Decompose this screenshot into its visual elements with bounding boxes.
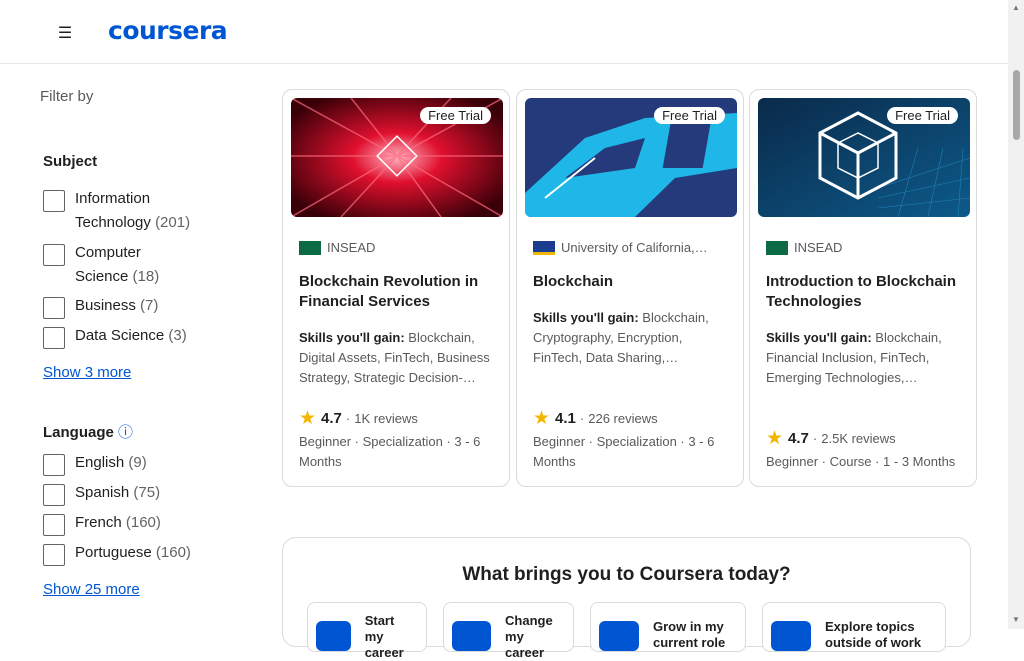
star-icon: ★ bbox=[766, 428, 784, 449]
partner-row: INSEAD bbox=[299, 240, 375, 255]
filter-label: Portuguese (160) bbox=[75, 544, 191, 561]
goal-label: Explore topics outside of work bbox=[825, 619, 922, 650]
goal-label: Grow in my current role bbox=[653, 619, 726, 650]
coursera-logo[interactable]: coursera bbox=[108, 14, 228, 48]
subject-filter-title: Subject bbox=[43, 153, 98, 170]
goal-icon bbox=[452, 621, 492, 651]
course-title[interactable]: Introduction to Blockchain Technologies bbox=[766, 272, 962, 312]
filter-label: Business (7) bbox=[75, 297, 159, 314]
course-skills: Skills you'll gain: Blockchain, Cryptogr… bbox=[533, 310, 709, 365]
course-title[interactable]: Blockchain Revolution in Financial Servi… bbox=[299, 272, 495, 312]
partner-row: INSEAD bbox=[766, 240, 842, 255]
goal-icon bbox=[771, 621, 811, 651]
filter-count: (3) bbox=[168, 327, 187, 344]
course-meta: Beginner · Course · 1 - 3 Months bbox=[766, 454, 956, 469]
course-title[interactable]: Blockchain bbox=[533, 272, 729, 292]
course-skills: Skills you'll gain: Blockchain, Digital … bbox=[299, 330, 490, 385]
scroll-down-arrow-icon[interactable]: ▼ bbox=[1012, 615, 1020, 624]
partner-name: University of California,… bbox=[561, 240, 708, 255]
filter-count: (18) bbox=[132, 268, 160, 285]
hamburger-menu-icon: ☰ bbox=[57, 25, 73, 42]
course-skills: Skills you'll gain: Blockchain, Financia… bbox=[766, 330, 942, 385]
partner-row: University of California,… bbox=[533, 240, 708, 255]
language-show-more-link[interactable]: Show 25 more bbox=[43, 581, 140, 598]
filter-by-heading: Filter by bbox=[40, 88, 94, 105]
star-icon: ★ bbox=[533, 408, 551, 429]
filter-label: Data Science (3) bbox=[75, 327, 187, 344]
checkbox[interactable] bbox=[43, 484, 65, 506]
course-card-blockchain[interactable]: Free Trial University of California,… Bl… bbox=[516, 89, 744, 487]
course-rating: ★ 4.1 · 226 reviews bbox=[533, 408, 658, 429]
partner-name: INSEAD bbox=[794, 240, 843, 255]
goal-label: Change my career bbox=[505, 613, 553, 660]
star-icon: ★ bbox=[299, 408, 317, 429]
goal-label: Start my career bbox=[364, 613, 404, 660]
language-filter-portuguese[interactable]: Portuguese (160) bbox=[43, 541, 191, 566]
subject-show-more-link[interactable]: Show 3 more bbox=[43, 364, 131, 381]
course-card-blockchain-revolution[interactable]: Free Trial INSEAD Blockchain Revolution … bbox=[282, 89, 510, 487]
filter-count: (160) bbox=[125, 514, 161, 531]
insead-logo-icon bbox=[299, 240, 321, 255]
course-meta: Beginner · Specialization · 3 - 6 Months bbox=[533, 434, 715, 469]
info-icon[interactable]: ⓘ bbox=[118, 424, 133, 441]
checkbox[interactable] bbox=[43, 297, 65, 319]
course-rating: ★ 4.7 · 1K reviews bbox=[299, 408, 418, 429]
free-trial-badge: Free Trial bbox=[887, 107, 958, 124]
filter-label: Information Technology (201) bbox=[75, 190, 191, 231]
goal-grow-role-button[interactable]: Grow in my current role bbox=[590, 602, 746, 652]
course-meta: Beginner · Specialization · 3 - 6 Months bbox=[299, 434, 481, 469]
goals-title: What brings you to Coursera today? bbox=[462, 564, 791, 585]
uci-logo-icon bbox=[533, 240, 555, 255]
checkbox[interactable] bbox=[43, 244, 65, 266]
subject-filter-information-technology[interactable]: Information Technology (201) bbox=[43, 187, 190, 235]
language-filter-english[interactable]: English (9) bbox=[43, 451, 147, 476]
partner-name: INSEAD bbox=[327, 240, 376, 255]
language-filter-french[interactable]: French (160) bbox=[43, 511, 161, 536]
top-header: ☰ coursera bbox=[0, 0, 1008, 64]
hamburger-menu-button[interactable]: ☰ bbox=[48, 16, 82, 50]
language-filter-spanish[interactable]: Spanish (75) bbox=[43, 481, 160, 506]
filter-count: (160) bbox=[155, 544, 191, 561]
checkbox[interactable] bbox=[43, 544, 65, 566]
goal-change-career-button[interactable]: Change my career bbox=[443, 602, 574, 660]
subject-filter-computer-science[interactable]: Computer Science (18) bbox=[43, 241, 159, 289]
free-trial-badge: Free Trial bbox=[420, 107, 491, 124]
course-rating: ★ 4.7 · 2.5K reviews bbox=[766, 428, 896, 449]
filter-count: (201) bbox=[155, 214, 191, 231]
goal-start-career-button[interactable]: Start my career bbox=[307, 602, 427, 660]
filter-label: French (160) bbox=[75, 514, 161, 531]
checkbox[interactable] bbox=[43, 327, 65, 349]
goals-panel: What brings you to Coursera today? Start… bbox=[282, 537, 971, 660]
subject-filter-business[interactable]: Business (7) bbox=[43, 294, 158, 319]
filter-label: English (9) bbox=[75, 454, 147, 471]
free-trial-badge: Free Trial bbox=[654, 107, 725, 124]
language-filter-title: Language ⓘ bbox=[43, 424, 134, 441]
goal-icon bbox=[316, 621, 351, 651]
filter-count: (75) bbox=[133, 484, 161, 501]
course-card-intro-blockchain[interactable]: Free Trial INSEAD Introduction to Blockc… bbox=[749, 89, 977, 487]
goal-explore-topics-button[interactable]: Explore topics outside of work bbox=[762, 602, 946, 652]
goal-icon bbox=[599, 621, 639, 651]
filter-label: Computer Science (18) bbox=[75, 244, 160, 285]
subject-filter-data-science[interactable]: Data Science (3) bbox=[43, 324, 187, 349]
filter-label: Spanish (75) bbox=[75, 484, 161, 501]
checkbox[interactable] bbox=[43, 454, 65, 476]
filter-count: (7) bbox=[140, 297, 159, 314]
scroll-up-arrow-icon[interactable]: ▲ bbox=[1012, 3, 1020, 12]
checkbox[interactable] bbox=[43, 514, 65, 536]
scroll-thumb[interactable] bbox=[1013, 70, 1020, 140]
page-scrollbar[interactable]: ▲ ▼ bbox=[1008, 0, 1024, 629]
insead-logo-icon bbox=[766, 240, 788, 255]
checkbox[interactable] bbox=[43, 190, 65, 212]
filter-count: (9) bbox=[128, 454, 147, 471]
